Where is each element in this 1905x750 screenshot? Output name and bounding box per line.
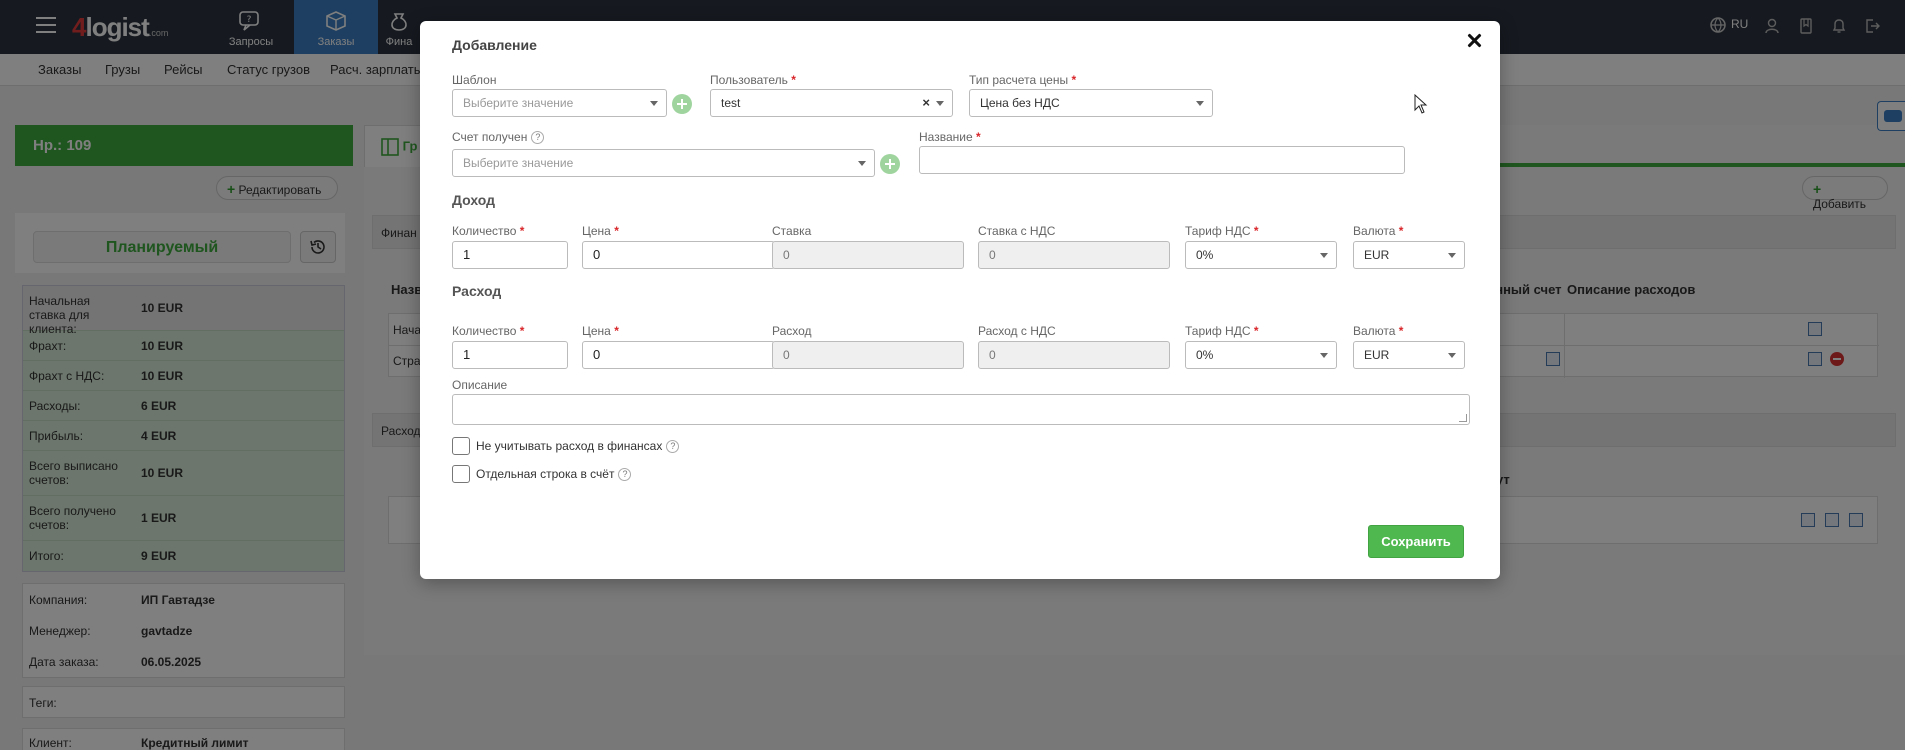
- expense-price-label: Цена *: [582, 324, 619, 338]
- expense-vat-label: Тариф НДС *: [1185, 324, 1259, 338]
- chevron-down-icon: [1448, 253, 1456, 258]
- user-label: Пользователь *: [710, 73, 796, 87]
- add-template-button[interactable]: [672, 94, 692, 114]
- income-rate-vat-label: Ставка с НДС: [978, 224, 1056, 238]
- expense-cost-label: Расход: [772, 324, 812, 338]
- description-label: Описание: [452, 378, 508, 392]
- income-price-input[interactable]: 0: [582, 241, 775, 269]
- ignore-expense-label: Не учитывать расход в финансах?: [476, 439, 680, 454]
- income-qty-input[interactable]: 1: [452, 241, 568, 269]
- help-icon[interactable]: ?: [666, 440, 680, 454]
- invoice-label: Счет получен?: [452, 130, 545, 145]
- separate-line-label: Отдельная строка в счёт?: [476, 467, 632, 482]
- mouse-cursor-icon: [1414, 94, 1428, 114]
- template-select[interactable]: Выберите значение: [452, 89, 667, 117]
- income-rate-vat-field: 0: [978, 241, 1170, 269]
- template-label: Шаблон: [452, 73, 497, 87]
- income-qty-label: Количество *: [452, 224, 525, 238]
- ignore-expense-checkbox[interactable]: [452, 437, 470, 455]
- description-textarea[interactable]: [452, 394, 1470, 425]
- price-type-label: Тип расчета цены *: [969, 73, 1077, 87]
- income-rate-label: Ставка: [772, 224, 812, 238]
- expense-cost-vat-field: 0: [978, 341, 1170, 369]
- chevron-down-icon: [858, 161, 866, 166]
- expense-price-input[interactable]: 0: [582, 341, 775, 369]
- chevron-down-icon: [1320, 253, 1328, 258]
- expense-cost-field: 0: [772, 341, 964, 369]
- invoice-select[interactable]: Выберите значение: [452, 149, 875, 177]
- income-vat-label: Тариф НДС *: [1185, 224, 1259, 238]
- expense-heading: Расход: [452, 283, 502, 299]
- income-heading: Доход: [452, 192, 496, 208]
- help-icon[interactable]: ?: [618, 468, 632, 482]
- name-input[interactable]: [919, 146, 1405, 174]
- add-dialog: Добавление Шаблон Выберите значение Поль…: [420, 21, 1500, 579]
- save-button[interactable]: Сохранить: [1368, 525, 1464, 558]
- expense-qty-input[interactable]: 1: [452, 341, 568, 369]
- clear-icon[interactable]: ×: [922, 90, 930, 116]
- chevron-down-icon: [1320, 353, 1328, 358]
- chevron-down-icon: [1448, 353, 1456, 358]
- income-currency-label: Валюта *: [1353, 224, 1404, 238]
- help-icon[interactable]: ?: [531, 131, 545, 145]
- chevron-down-icon: [1196, 101, 1204, 106]
- expense-vat-select[interactable]: 0%: [1185, 341, 1337, 369]
- income-price-label: Цена *: [582, 224, 619, 238]
- expense-currency-select[interactable]: EUR: [1353, 341, 1465, 369]
- chevron-down-icon: [936, 101, 944, 106]
- separate-line-checkbox[interactable]: [452, 465, 470, 483]
- income-vat-select[interactable]: 0%: [1185, 241, 1337, 269]
- chevron-down-icon: [650, 101, 658, 106]
- close-icon[interactable]: [1464, 31, 1484, 51]
- price-type-select[interactable]: Цена без НДС: [969, 89, 1213, 117]
- expense-currency-label: Валюта *: [1353, 324, 1404, 338]
- income-rate-field: 0: [772, 241, 964, 269]
- expense-qty-label: Количество *: [452, 324, 525, 338]
- user-select[interactable]: test ×: [710, 89, 953, 117]
- add-invoice-button[interactable]: [880, 154, 900, 174]
- income-currency-select[interactable]: EUR: [1353, 241, 1465, 269]
- expense-cost-vat-label: Расход с НДС: [978, 324, 1056, 338]
- name-label: Название *: [919, 130, 981, 144]
- dialog-title: Добавление: [452, 37, 537, 53]
